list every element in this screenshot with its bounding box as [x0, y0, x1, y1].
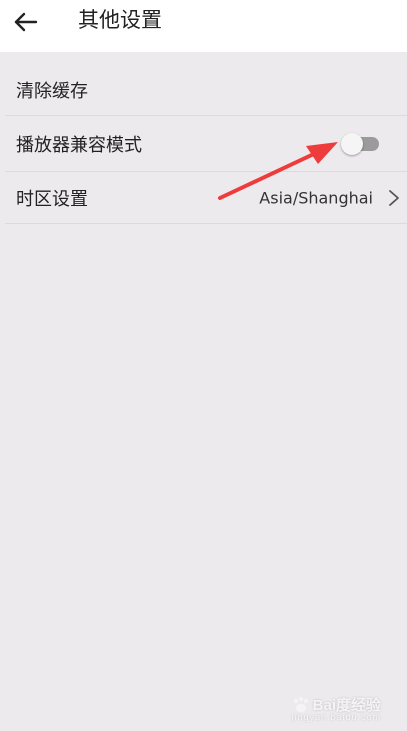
clear-cache-row[interactable]: 清除缓存 — [5, 64, 407, 116]
back-button[interactable] — [8, 4, 44, 40]
toggle-knob — [341, 132, 363, 155]
page-title: 其他设置 — [78, 8, 162, 32]
timezone-row[interactable]: 时区设置 Asia/Shanghai — [5, 172, 407, 224]
watermark-subtext: jingyan.baidu.com — [291, 712, 381, 722]
chevron-right-icon — [389, 189, 399, 206]
player-compat-toggle[interactable] — [341, 132, 381, 155]
settings-list: 清除缓存 播放器兼容模式 时区设置 Asia/Shanghai — [0, 64, 407, 224]
clear-cache-label: 清除缓存 — [16, 80, 88, 102]
arrow-left-icon — [14, 12, 38, 32]
watermark-logo: Bai度经验 jingyan.baidu.com — [291, 694, 381, 722]
top-bar: 其他设置 — [0, 0, 407, 52]
player-compat-row: 播放器兼容模式 — [5, 116, 407, 172]
timezone-label: 时区设置 — [16, 188, 88, 210]
player-compat-label: 播放器兼容模式 — [16, 134, 142, 156]
timezone-value: Asia/Shanghai — [259, 188, 373, 207]
